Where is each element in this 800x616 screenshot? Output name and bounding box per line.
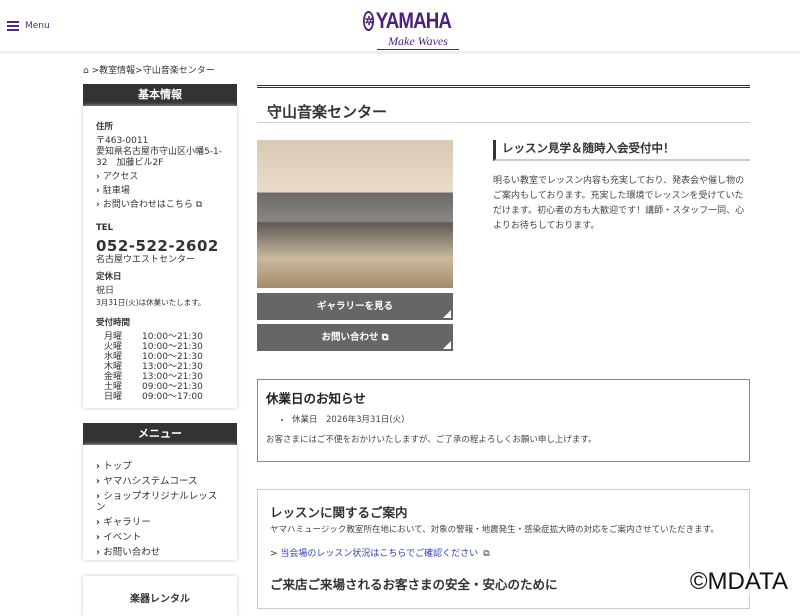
postal-code: 〒463-0011	[96, 136, 149, 146]
closed-days: 祝日	[96, 286, 115, 296]
time: 10:00～21:30	[142, 352, 203, 362]
time: 10:00～21:30	[142, 342, 203, 352]
day: 水曜	[104, 352, 123, 362]
contact-link-label: お問い合わせはこちら	[102, 200, 193, 210]
logo-tagline: Make Waves	[377, 34, 459, 50]
access-link[interactable]: アクセス	[96, 172, 224, 183]
holiday-notice: 休業日のお知らせ 休業日 2026年3月31日(火) お客さまにはご不便をおかけ…	[257, 379, 750, 462]
gallery-button[interactable]: ギャラリーを見る	[257, 293, 453, 320]
contact-button-label: お問い合わせ	[321, 332, 379, 343]
hours-row: 火曜 10:00～21:30	[104, 342, 223, 352]
home-icon[interactable]: ⌂	[83, 66, 89, 76]
intro-text: 明るい教室でレッスン内容も充実しており、発表会や催し物のご案内もしております。充…	[493, 176, 745, 231]
external-link-icon: ⧉	[381, 332, 389, 343]
notice-title: 休業日のお知らせ	[266, 391, 366, 406]
rental-title: 楽器レンタル	[83, 576, 237, 616]
hours-row: 土曜 09:00～21:30	[104, 382, 223, 392]
notice-text: お客さまにはご不便をおかけいたしますが、ご了承の程よろしくお願い申し上げます。	[266, 435, 597, 445]
time: 09:00～17:00	[142, 392, 203, 402]
menu-item[interactable]: トップ	[96, 461, 224, 472]
menu-item[interactable]: お問い合わせ	[96, 547, 224, 558]
address-label: 住所	[96, 122, 114, 132]
hours-table: 月曜 10:00～21:30 火曜 10:00～21:30 水曜 10:00～21:30 木…	[104, 332, 223, 402]
closed-note: 3月31日(火)は休業いたします。	[96, 298, 206, 307]
contact-button[interactable]: お問い合わせ ⧉	[257, 324, 453, 351]
hours-row: 木曜 13:00～21:30	[104, 362, 223, 372]
day: 土曜	[104, 382, 123, 392]
contact-link[interactable]: お問い合わせはこちら ⧉	[96, 200, 224, 211]
external-link-icon: ⧉	[483, 549, 490, 559]
closed-label: 定休日	[96, 272, 122, 282]
menu-button[interactable]: Menu	[7, 21, 50, 31]
breadcrumb-current: 守山音楽センター	[142, 66, 215, 76]
hamburger-icon	[7, 21, 19, 31]
page-title: 守山音楽センター	[257, 85, 750, 123]
menu-label: Menu	[25, 21, 50, 31]
time: 13:00～21:30	[142, 362, 203, 372]
menu-item[interactable]: ショップオリジナルレッスン	[96, 491, 224, 513]
day: 月曜	[104, 332, 123, 342]
time: 13:00～21:30	[142, 372, 203, 382]
menu-item[interactable]: イベント	[96, 532, 224, 543]
menu-item[interactable]: ヤマハシステムコース	[96, 476, 224, 487]
breadcrumb: ⌂ >教室情報>守山音楽センター	[83, 66, 215, 76]
tuning-fork-icon: ✲	[363, 11, 375, 31]
time: 09:00～21:30	[142, 382, 203, 392]
tel-center: 名古屋ウエストセンター	[96, 255, 196, 265]
tel-label: TEL	[96, 223, 114, 233]
intro-heading: レッスン見学＆随時入会受付中！	[493, 140, 750, 161]
breadcrumb-link[interactable]: 教室情報	[99, 66, 135, 76]
menu-panel: メニュー トップヤマハシステムコースショップオリジナルレッスンギャラリーイベント…	[83, 423, 237, 560]
address: 愛知県名古屋市守山区小幡5-1-32 加藤ビル2F	[96, 147, 222, 168]
hours-row: 金曜 13:00～21:30	[104, 372, 223, 382]
lesson-text: ヤマハミュージック教室所在地において、対象の警報・地震発生・感染症拡大時の対応を…	[270, 525, 719, 535]
intro-section: レッスン見学＆随時入会受付中！ 明るい教室でレッスン内容も充実しており、発表会や…	[493, 140, 750, 234]
header: Menu ✲ YAMAHA Make Waves	[0, 0, 800, 54]
time: 10:00～21:30	[142, 332, 203, 342]
parking-link[interactable]: 駐車場	[96, 186, 224, 197]
classroom-photo	[257, 140, 453, 288]
hours-row: 月曜 10:00～21:30	[104, 332, 223, 342]
rental-panel[interactable]: 楽器レンタル	[83, 576, 237, 616]
safety-title: ご来店ご来場されるお客さまの安全・安心のために	[270, 577, 558, 592]
day: 金曜	[104, 372, 123, 382]
hours-row: 日曜 09:00～17:00	[104, 392, 223, 402]
yamaha-logo[interactable]: ✲ YAMAHA Make Waves	[363, 8, 465, 50]
phone-number[interactable]: 052-522-2602	[96, 237, 224, 255]
hours-row: 水曜 10:00～21:30	[104, 352, 223, 362]
day: 日曜	[104, 392, 123, 402]
watermark: ©MDATA	[689, 568, 788, 596]
menu-title: メニュー	[83, 423, 237, 445]
info-title: 基本情報	[83, 84, 237, 106]
logo-text: YAMAHA	[375, 8, 452, 33]
menu-item[interactable]: ギャラリー	[96, 517, 224, 528]
lesson-title: レッスンに関するご案内	[270, 505, 408, 520]
day: 木曜	[104, 362, 123, 372]
lesson-info: レッスンに関するご案内 ヤマハミュージック教室所在地において、対象の警報・地震発…	[257, 489, 750, 609]
lesson-status-link[interactable]: 当会場のレッスン状況はこちらでご確認ください	[280, 549, 478, 559]
external-link-icon: ⧉	[195, 200, 203, 210]
hours-label: 受付時間	[96, 318, 131, 328]
notice-item: 休業日 2026年3月31日(火)	[292, 413, 741, 427]
info-panel: 基本情報 住所 〒463-0011 愛知県名古屋市守山区小幡5-1-32 加藤ビ…	[83, 84, 237, 408]
day: 火曜	[104, 342, 123, 352]
